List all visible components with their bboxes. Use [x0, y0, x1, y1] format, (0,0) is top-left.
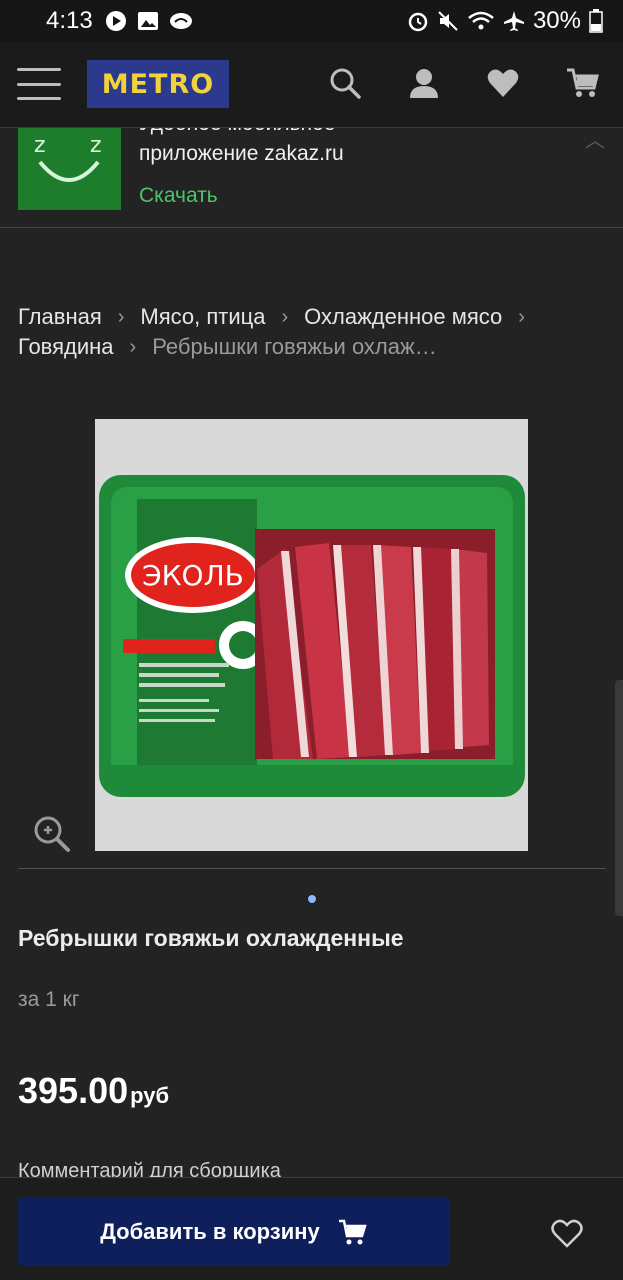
- profile-icon[interactable]: [407, 66, 441, 100]
- wifi-icon: [468, 11, 494, 30]
- menu-icon: [17, 68, 61, 71]
- add-to-cart-label: Добавить в корзину: [100, 1218, 320, 1244]
- favorites-icon[interactable]: [486, 66, 520, 100]
- svg-text:z: z: [90, 133, 102, 158]
- chevron-right-icon: ›: [281, 306, 289, 328]
- product-price: 395.00руб: [18, 1070, 169, 1112]
- svg-text:z: z: [34, 133, 46, 158]
- brand-label: ЭКОЛЬ: [142, 559, 244, 592]
- breadcrumb-meat[interactable]: Мясо, птица: [140, 302, 265, 332]
- cart-icon: [338, 1219, 367, 1244]
- promo-download-link[interactable]: Скачать: [139, 184, 218, 208]
- metro-logo[interactable]: METRO: [87, 60, 229, 108]
- airplane-icon: [503, 11, 524, 31]
- zakaz-app-logo: z z: [18, 128, 121, 210]
- play-icon: [105, 11, 126, 31]
- add-to-favorites-icon[interactable]: [550, 1216, 584, 1250]
- alarm-icon: [408, 12, 428, 32]
- zoom-icon[interactable]: [33, 815, 71, 853]
- breadcrumb-home[interactable]: Главная: [18, 302, 102, 332]
- status-bar: 4:13 30%: [0, 0, 623, 42]
- close-icon[interactable]: ︿: [585, 128, 605, 153]
- product-photo: ЭКОЛЬ: [99, 475, 525, 797]
- cloud-icon: [169, 13, 192, 29]
- price-currency: руб: [130, 1083, 170, 1108]
- app-header: METRO: [0, 42, 623, 128]
- product-image[interactable]: ЭКОЛЬ: [95, 419, 528, 851]
- breadcrumb: Главная › Мясо, птица › Охлажденное мясо…: [18, 302, 608, 362]
- chevron-right-icon: ›: [518, 306, 525, 328]
- bottom-action-bar: Добавить в корзину: [0, 1177, 623, 1280]
- breadcrumb-chilled-meat[interactable]: Охлажденное мясо: [304, 302, 502, 332]
- chevron-right-icon: ›: [129, 336, 137, 358]
- menu-button[interactable]: [17, 68, 61, 100]
- mute-icon: [438, 11, 458, 31]
- smile-icon: z z: [34, 133, 102, 182]
- battery-percent: 30%: [532, 7, 581, 34]
- breadcrumb-current: Ребрышки говяжьи охлаж…: [152, 334, 437, 359]
- price-value: 395.00: [18, 1070, 129, 1111]
- scrollbar-thumb[interactable]: [615, 680, 623, 916]
- add-to-cart-button[interactable]: Добавить в корзину: [18, 1197, 450, 1266]
- promo-text-line1: Удобное мобильное: [139, 128, 335, 136]
- status-time: 4:13: [46, 7, 93, 34]
- carousel-dot-active[interactable]: [308, 895, 316, 903]
- promo-text-line2: приложение zakaz.ru: [139, 142, 344, 165]
- battery-icon: [589, 9, 603, 33]
- product-unit: за 1 кг: [18, 988, 80, 1011]
- cart-icon[interactable]: [566, 66, 600, 100]
- gallery-icon: [137, 12, 158, 30]
- product-title: Ребрышки говяжьи охлажденные: [18, 925, 404, 951]
- breadcrumb-beef[interactable]: Говядина: [18, 332, 114, 362]
- chevron-right-icon: ›: [117, 306, 125, 328]
- app-promo-banner: z z Удобное мобильное приложение zakaz.r…: [0, 128, 623, 228]
- image-divider: [18, 868, 606, 869]
- comment-label[interactable]: Комментарий для сборщика: [18, 1160, 281, 1178]
- search-icon[interactable]: [328, 66, 362, 100]
